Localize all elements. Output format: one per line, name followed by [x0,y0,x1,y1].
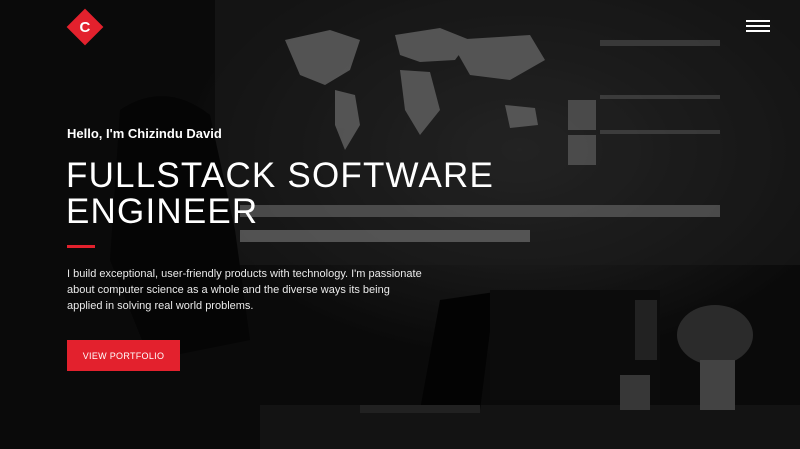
hero-description: I build exceptional, user-friendly produ… [67,268,422,312]
hero-section: C Hello, I'm Chizindu David FULLSTACK SO… [0,0,800,449]
view-portfolio-button[interactable]: VIEW PORTFOLIO [67,340,180,371]
title-accent-divider [67,245,95,248]
hamburger-menu-icon[interactable] [746,20,770,36]
hero-greeting: Hello, I'm Chizindu David [67,126,222,141]
hero-title: FULLSTACK SOFTWARE ENGINEER [66,156,495,231]
logo-letter: C [79,18,91,36]
